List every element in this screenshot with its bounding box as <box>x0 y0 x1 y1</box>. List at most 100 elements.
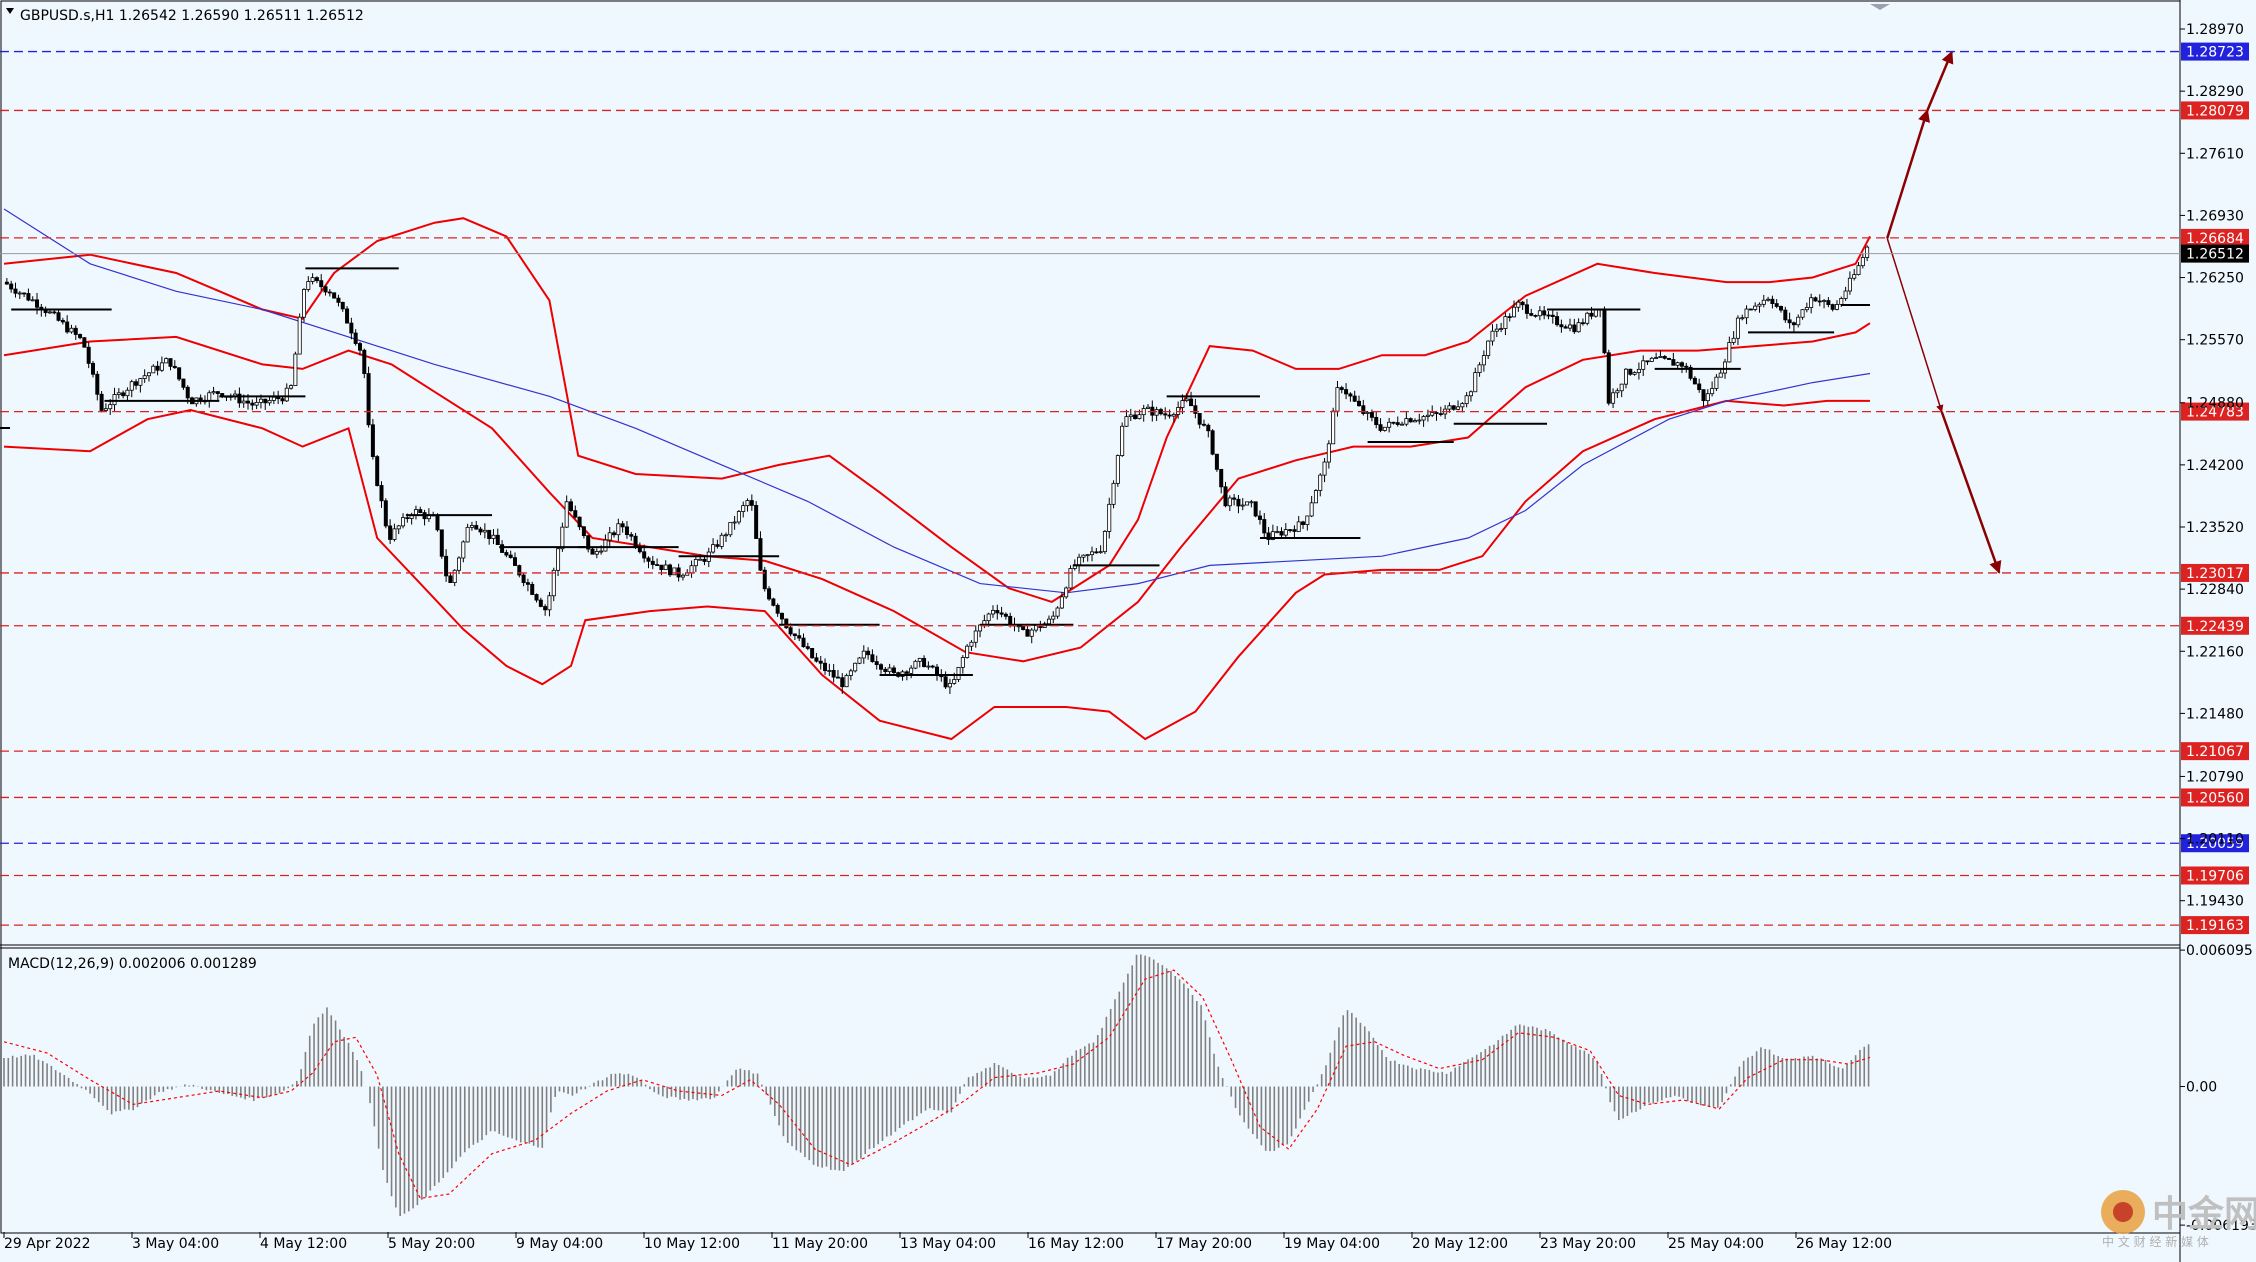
candle-bear <box>155 365 160 371</box>
candle-bull <box>1283 529 1288 536</box>
candle-bear <box>1817 300 1822 303</box>
candle-bear <box>797 635 802 639</box>
candle-bear <box>1787 319 1792 324</box>
price-tick-label: 1.20110 <box>2186 832 2244 848</box>
candle-bull <box>164 358 169 364</box>
candle-bear <box>538 599 543 607</box>
candle-bull <box>547 595 552 611</box>
candle-bull <box>1766 298 1771 301</box>
candle-bear <box>646 557 651 562</box>
candle-bear <box>121 392 126 397</box>
candle-bull <box>1305 515 1310 525</box>
candle-bull <box>1249 501 1254 504</box>
candle-bear <box>831 670 836 678</box>
chart-canvas[interactable]: 1.287231.280791.266841.247831.230171.224… <box>0 0 2256 1262</box>
candle-bear <box>1391 421 1396 424</box>
candle-bear <box>879 664 884 670</box>
candle-bear <box>581 526 586 537</box>
candle-bear <box>1352 395 1357 402</box>
candle-bull <box>973 630 978 643</box>
candle-bear <box>1542 310 1547 316</box>
candle-bull <box>909 667 914 674</box>
candle-bull <box>1382 426 1387 431</box>
candle-bear <box>314 277 319 282</box>
level-badge-label: 1.26684 <box>2186 231 2244 247</box>
candle-bear <box>99 393 104 411</box>
price-tick-label: 1.27610 <box>2186 146 2244 162</box>
candle-bull <box>1421 416 1426 421</box>
candle-bear <box>642 551 647 559</box>
candle-bull <box>1481 355 1486 366</box>
candle-bull <box>1365 412 1370 414</box>
candle-bear <box>1645 360 1650 363</box>
candle-bear <box>1262 519 1267 534</box>
candle-bull <box>1576 322 1581 333</box>
time-tick-label: 20 May 12:00 <box>1412 1236 1508 1252</box>
candle-bear <box>1133 414 1138 420</box>
candle-bear <box>771 598 776 606</box>
candle-bear <box>35 299 40 308</box>
candle-bull <box>1843 290 1848 299</box>
candle-bear <box>370 424 375 457</box>
candle-bear <box>168 358 173 367</box>
candle-bear <box>9 283 14 290</box>
candle-bull <box>560 526 565 550</box>
candle-bull <box>461 541 466 559</box>
candle-bull <box>1460 403 1465 408</box>
candle-bear <box>52 311 57 314</box>
candle-bull <box>17 292 22 295</box>
macd-tick-label: 0.006095 <box>2186 943 2253 959</box>
candle-bear <box>60 319 65 323</box>
candle-bull <box>1675 362 1680 366</box>
candle-bull <box>1494 328 1499 332</box>
candle-bull <box>693 559 698 567</box>
level-badge-label: 1.22439 <box>2186 619 2244 635</box>
candle-bear <box>185 386 190 399</box>
candle-bear <box>1438 413 1443 416</box>
candle-bull <box>913 660 918 669</box>
candle-bull <box>741 505 746 512</box>
candle-bear <box>767 588 772 600</box>
candle-bull <box>1313 490 1318 504</box>
candle-bear <box>181 378 186 388</box>
candle-bear <box>883 668 888 673</box>
candle-bear <box>999 612 1004 615</box>
candle-bear <box>904 671 909 674</box>
candle-bear <box>512 557 517 566</box>
candle-bear <box>357 343 362 351</box>
candle-bull <box>861 650 866 659</box>
candle-bear <box>1679 362 1684 367</box>
candle-bear <box>1348 393 1353 397</box>
candle-bull <box>926 665 931 668</box>
candle-bear <box>82 337 87 348</box>
level-badge-label: 1.20560 <box>2186 790 2244 806</box>
candle-bull <box>1847 277 1852 292</box>
candle-bull <box>1400 423 1405 426</box>
candle-bear <box>1292 529 1297 532</box>
candle-bull <box>241 400 246 404</box>
candle-bull <box>1227 497 1232 507</box>
candle-bear <box>1589 312 1594 317</box>
candle-bear <box>573 510 578 518</box>
candle-bull <box>947 683 952 688</box>
candle-bear <box>1214 453 1219 470</box>
time-tick-label: 4 May 12:00 <box>260 1236 347 1252</box>
candle-bull <box>1744 308 1749 319</box>
candle-bear <box>439 529 444 557</box>
candle-bear <box>1219 468 1224 488</box>
candle-bull <box>1107 503 1112 532</box>
candle-bull <box>1611 392 1616 404</box>
candle-bull <box>1417 419 1422 422</box>
time-tick-label: 17 May 20:00 <box>1156 1236 1252 1252</box>
candle-bull <box>960 657 965 668</box>
price-tick-label: 1.24880 <box>2186 396 2244 412</box>
candle-bear <box>525 582 530 585</box>
candle-bear <box>353 332 358 344</box>
watermark-brand: 中金网 <box>2152 1193 2256 1235</box>
candle-bear <box>1201 423 1206 426</box>
candle-bull <box>138 378 143 386</box>
candle-bear <box>1813 297 1818 302</box>
candle-bull <box>452 569 457 584</box>
candle-bear <box>1025 629 1030 637</box>
candle-bear <box>1606 352 1611 404</box>
